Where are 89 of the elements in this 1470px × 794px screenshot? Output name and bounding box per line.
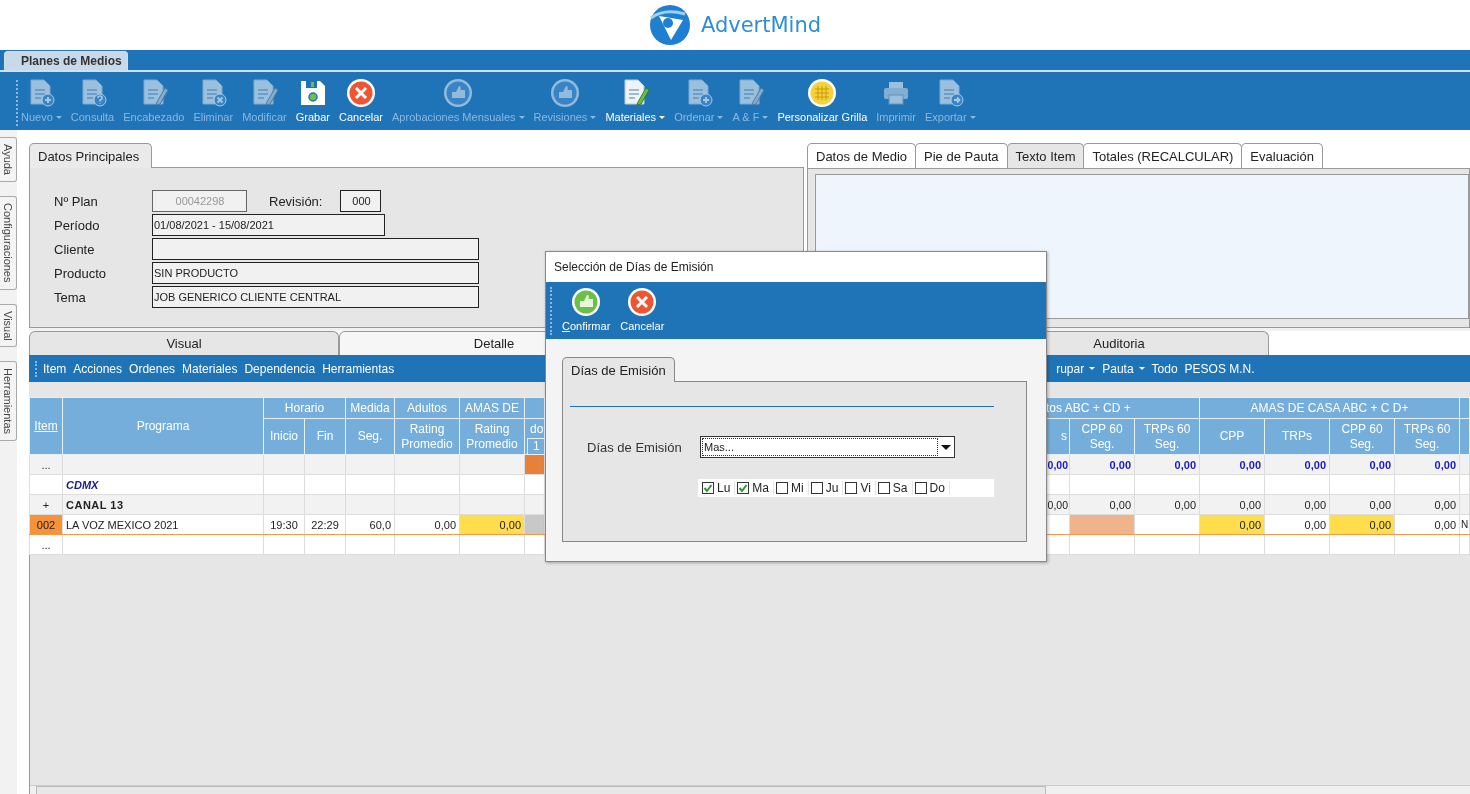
- field-label: Período: [54, 217, 101, 233]
- column-group-header: tos ABC + CD +: [1045, 397, 1200, 419]
- thumbs-up-icon: [571, 287, 602, 317]
- column-group-header: Adultos: [394, 397, 460, 419]
- dialog-title: Selección de Días de Emisión: [546, 252, 1046, 282]
- scrollbar[interactable]: [30, 785, 1470, 794]
- check-icon: [703, 483, 713, 493]
- grid-icon: [807, 78, 838, 108]
- view-tab[interactable]: Visual: [29, 331, 339, 355]
- dropdown-field[interactable]: Mas...: [700, 436, 955, 458]
- thumbs-up-icon: [443, 78, 474, 108]
- logo-text: AdvertMind: [700, 13, 822, 37]
- input-field[interactable]: JOB GENERICO CLIENTE CENTRAL: [152, 286, 479, 308]
- field-label: Revisión:: [269, 193, 323, 209]
- panel-tab[interactable]: Datos de Medio: [807, 143, 917, 168]
- table-cell: [29, 474, 63, 495]
- column-header: CPP 60 Seg.: [1329, 418, 1395, 455]
- toolbar-button[interactable]: Confirmar: [562, 287, 611, 332]
- menu-item[interactable]: Materiales: [182, 361, 238, 376]
- toolbar-button[interactable]: Cancelar: [339, 78, 384, 123]
- column-header: Rating Promedio: [459, 418, 525, 455]
- day-checkbox[interactable]: Sa: [875, 481, 913, 495]
- day-checkbox[interactable]: Vi: [843, 481, 876, 495]
- panel-tab[interactable]: Texto Item: [1006, 143, 1085, 168]
- cancel-icon: [346, 78, 376, 108]
- column-header: Seg.: [345, 418, 395, 455]
- day-checkbox[interactable]: Ma: [735, 481, 775, 495]
- day-checkbox[interactable]: Lu: [700, 481, 736, 495]
- input-field[interactable]: 000: [340, 190, 382, 212]
- input-field[interactable]: [152, 238, 479, 260]
- panel-tab[interactable]: Datos Principales: [29, 143, 153, 168]
- cancel-icon: [627, 287, 658, 317]
- menu-item[interactable]: Todo: [1151, 361, 1178, 376]
- column-group-header: AMAS DE: [459, 397, 525, 419]
- caret-icon: [940, 444, 951, 450]
- day-checkbox[interactable]: Mi: [774, 481, 809, 495]
- field-label: Nº Plan: [54, 193, 99, 209]
- table-cell: 002: [29, 514, 63, 535]
- thumbs-up-icon: [549, 78, 580, 108]
- field-label: Producto: [54, 265, 108, 281]
- menu-item[interactable]: PESOS M.N.: [1184, 361, 1255, 376]
- column-header: TRPs: [1264, 418, 1330, 455]
- side-tab[interactable]: Ayuda: [0, 137, 17, 182]
- document-tab[interactable]: Planes de Medios: [4, 51, 128, 70]
- menu-item[interactable]: Item: [43, 361, 67, 376]
- column-header: CPP 60 Seg.: [1069, 418, 1135, 455]
- column-header: 1: [527, 438, 544, 454]
- table-cell: N: [1459, 514, 1470, 535]
- field-label: Cliente: [54, 241, 96, 257]
- table-cell: [1459, 454, 1470, 475]
- toolbar-button[interactable]: Cancelar: [620, 287, 665, 332]
- input-field[interactable]: SIN PRODUCTO: [152, 262, 479, 284]
- column-header: Programa: [62, 397, 264, 455]
- day-checkbox[interactable]: Ju: [808, 481, 844, 495]
- column-group-header: Medida: [345, 397, 395, 419]
- menu-item[interactable]: Dependencia: [244, 361, 316, 376]
- check-icon: [738, 483, 749, 493]
- panel-tab[interactable]: Evaluación: [1241, 143, 1323, 168]
- toolbar-button[interactable]: Grabar: [295, 78, 330, 123]
- menu-item[interactable]: rupar: [1056, 361, 1096, 376]
- column-header: Rating Promedio: [394, 418, 460, 455]
- table-cell: ...: [29, 534, 63, 555]
- panel-tab[interactable]: Días de Emisión: [562, 357, 675, 382]
- column-header: do: [529, 421, 544, 438]
- menu-item[interactable]: Herramientas: [322, 361, 395, 376]
- toolbar-button[interactable]: Materiales: [605, 78, 666, 123]
- column-header: Inicio: [263, 418, 305, 455]
- column-header: TRPs 60 Seg.: [1394, 418, 1460, 455]
- menu-item[interactable]: Acciones: [73, 361, 123, 376]
- column-group-header: AMAS DE CASA ABC + C D+: [1199, 397, 1460, 419]
- day-checkbox[interactable]: Do: [912, 481, 950, 495]
- table-cell: [1459, 494, 1470, 515]
- column-group-header: Horario: [263, 397, 346, 419]
- toolbar-button[interactable]: Personalizar Grilla: [777, 78, 868, 123]
- logo-icon: [648, 4, 691, 46]
- side-tab[interactable]: Visual: [0, 303, 17, 348]
- field-label: Tema: [54, 289, 87, 305]
- column-header: Fin: [304, 418, 346, 455]
- side-tab[interactable]: Herramientas: [0, 361, 17, 442]
- table-cell: [1459, 474, 1470, 495]
- menu-item[interactable]: Ordenes: [129, 361, 176, 376]
- input-field[interactable]: 01/08/2021 - 15/08/2021: [152, 214, 385, 236]
- column-header: TRPs 60 Seg.: [1134, 418, 1200, 455]
- table-cell: +: [29, 494, 63, 515]
- field-label: Días de Emisión: [587, 439, 683, 455]
- menu-item[interactable]: Pauta: [1102, 361, 1145, 376]
- column-header: CPP: [1199, 418, 1265, 455]
- side-tab[interactable]: Configuraciones: [0, 196, 17, 290]
- table-cell: ...: [29, 454, 63, 475]
